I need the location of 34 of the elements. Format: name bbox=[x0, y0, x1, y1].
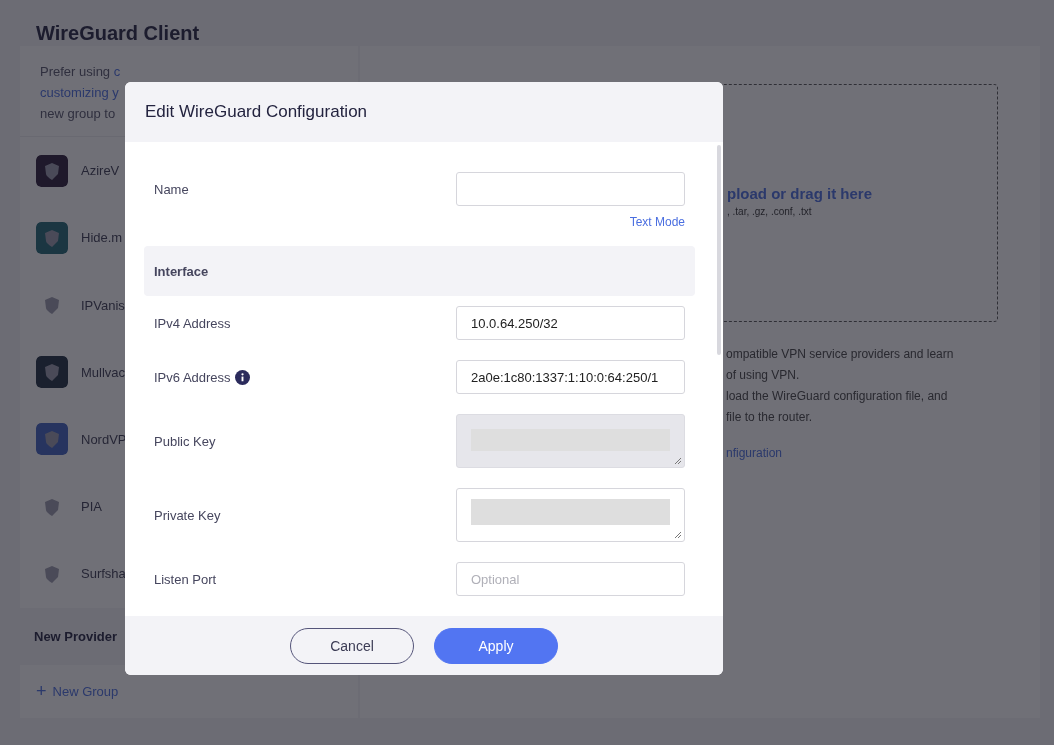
text-mode-link[interactable]: Text Mode bbox=[629, 215, 685, 229]
file-types-text: , .tar, .gz, .conf, .txt bbox=[727, 206, 812, 217]
field-label: Name bbox=[154, 181, 189, 197]
field-label: IPv4 Address bbox=[154, 315, 231, 331]
field-label: Private Key bbox=[154, 507, 221, 523]
section-header: Interface bbox=[144, 246, 695, 296]
provider-name[interactable]: Mullvac bbox=[81, 364, 126, 380]
apply-button[interactable]: Apply bbox=[434, 628, 558, 664]
provider-logo-icon[interactable] bbox=[36, 423, 68, 456]
provider-name[interactable]: Surfsha bbox=[81, 566, 126, 582]
name-field[interactable] bbox=[456, 172, 685, 206]
info-icon[interactable] bbox=[234, 369, 250, 385]
key-field[interactable] bbox=[456, 488, 685, 542]
text-field[interactable]: 10.0.64.250/32 bbox=[456, 306, 685, 340]
field-label: IPv6 Address bbox=[154, 369, 231, 385]
provider-name[interactable]: AzireV bbox=[81, 163, 120, 179]
field-label: Public Key bbox=[154, 433, 216, 449]
provider-logo-icon[interactable] bbox=[36, 221, 68, 254]
provider-name[interactable]: PIA bbox=[81, 499, 102, 515]
configuration-link[interactable]: nfiguration bbox=[726, 446, 783, 460]
text-field[interactable]: 2a0e:1c80:1337:1:10:0:64:250/1 bbox=[456, 360, 685, 394]
upload-prompt: pload or drag it here bbox=[727, 185, 873, 202]
scrollbar-thumb[interactable] bbox=[717, 145, 721, 355]
resize-grip-icon[interactable] bbox=[674, 531, 682, 539]
provider-logo-icon[interactable] bbox=[36, 154, 68, 187]
dialog-title: Edit WireGuard Configuration bbox=[125, 82, 723, 142]
field-label: Listen Port bbox=[154, 571, 217, 587]
page-title: WireGuard Client bbox=[35, 21, 201, 46]
description-text: ompatible VPN service providers and learn of using VPN. load the WireGuard configuration file, and file to the router. bbox=[726, 346, 954, 426]
provider-name[interactable]: NordVP bbox=[81, 432, 127, 447]
provider-logo-icon[interactable] bbox=[36, 356, 68, 389]
text-field[interactable]: Optional bbox=[456, 562, 685, 596]
provider-name[interactable]: IPVanis bbox=[81, 297, 125, 313]
provider-name[interactable]: Hide.m bbox=[81, 230, 123, 246]
